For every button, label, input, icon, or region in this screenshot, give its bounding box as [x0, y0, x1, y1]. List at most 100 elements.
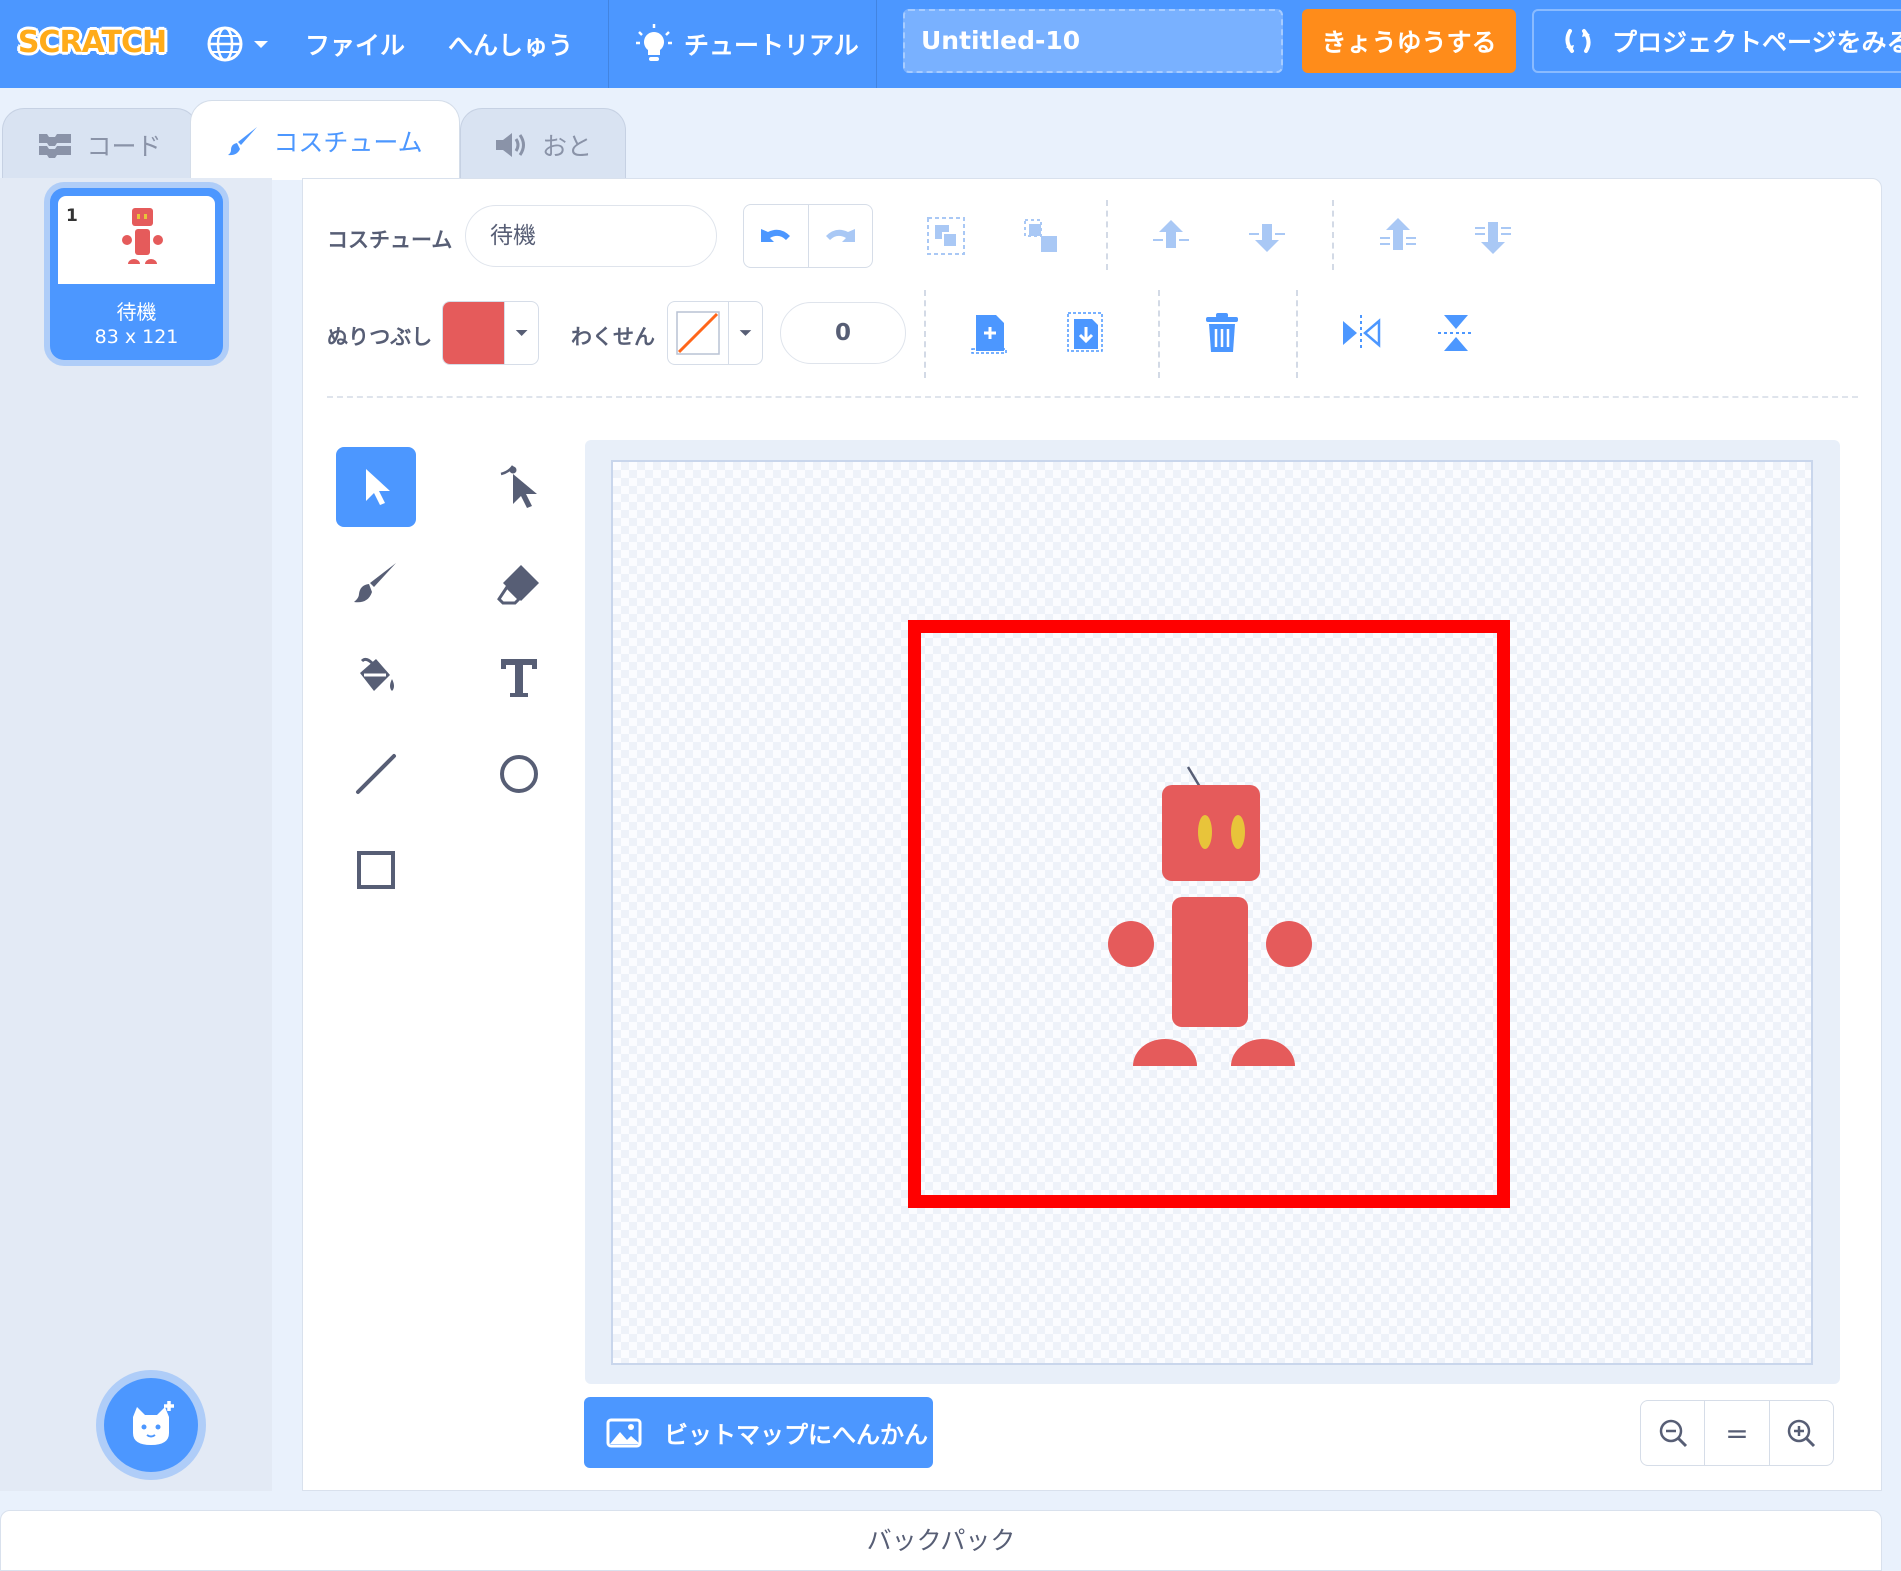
convert-to-bitmap-button[interactable]: ビットマップにへんかん	[584, 1397, 933, 1468]
menu-divider	[876, 0, 877, 88]
group-icon	[927, 217, 965, 255]
costume-number: 1	[66, 206, 78, 226]
remix-arrows-icon	[1565, 29, 1591, 53]
copy-button[interactable]	[962, 305, 1018, 361]
flip-vertical-button[interactable]	[1428, 305, 1484, 361]
rectangle-icon	[357, 851, 395, 889]
chevron-down-icon	[739, 330, 752, 336]
ungroup-icon	[1024, 219, 1057, 252]
reshape-cursor-icon	[500, 465, 537, 508]
arrow-down-icon	[1249, 224, 1285, 252]
forward-button[interactable]	[1143, 208, 1199, 264]
language-menu[interactable]	[205, 0, 271, 88]
select-tool[interactable]	[336, 447, 416, 527]
see-project-label: プロジェクトページをみる	[1612, 28, 1901, 57]
zoom-out-icon	[1659, 1419, 1687, 1448]
eraser-tool[interactable]	[479, 543, 559, 623]
paintbrush-icon	[228, 126, 258, 155]
convert-to-bitmap-label: ビットマップにへんかん	[664, 1421, 928, 1449]
costume-item-name: 待機	[116, 300, 157, 324]
chevron-down-icon	[254, 41, 268, 48]
rectangle-tool[interactable]	[336, 830, 416, 910]
text-t-icon	[501, 659, 537, 697]
back-button[interactable]	[1465, 208, 1521, 264]
speaker-icon	[495, 132, 525, 157]
circle-icon	[500, 755, 538, 793]
outline-label: わくせん	[571, 325, 655, 349]
paste-button[interactable]	[1058, 305, 1114, 361]
outline-color-swatch	[668, 302, 730, 364]
toolbar-divider	[1158, 290, 1160, 378]
line-icon	[356, 754, 396, 794]
reshape-tool[interactable]	[479, 447, 559, 527]
scratch-logo[interactable]: SCRATCH	[18, 12, 167, 72]
backward-button[interactable]	[1239, 208, 1295, 264]
tab-sounds-label: おと	[541, 131, 592, 161]
brush-tool[interactable]	[336, 543, 416, 623]
costume-item[interactable]: 1 待機 83 x 121	[50, 188, 223, 360]
toolbar-divider	[1332, 200, 1334, 270]
costume-thumbnail	[58, 196, 215, 284]
flip-horizontal-button[interactable]	[1333, 305, 1389, 361]
trash-icon	[1206, 313, 1238, 352]
lightbulb-icon	[636, 24, 672, 61]
zoom-out-button[interactable]	[1641, 1401, 1704, 1465]
arrow-cursor-icon	[366, 469, 390, 505]
group-button[interactable]	[918, 208, 974, 264]
menu-bar: SCRATCH ファイル へんしゅう チュートリアル Untitled-10 き…	[0, 0, 1901, 88]
tab-code[interactable]: コード	[2, 108, 198, 180]
see-project-page-button[interactable]: プロジェクトページをみる	[1532, 9, 1901, 73]
project-title-input[interactable]: Untitled-10	[903, 9, 1283, 73]
ungroup-button[interactable]	[1013, 208, 1069, 264]
tutorial-label: チュートリアル	[684, 31, 859, 60]
share-button[interactable]: きょうゆうする	[1302, 9, 1516, 73]
add-costume-button[interactable]	[104, 1378, 198, 1472]
fill-tool[interactable]	[336, 637, 416, 717]
no-color-icon	[676, 311, 720, 355]
backpack-bar[interactable]: バックパック	[0, 1510, 1882, 1571]
tab-sounds[interactable]: おと	[460, 108, 626, 180]
fill-label: ぬりつぶし	[327, 325, 433, 349]
paste-icon	[1067, 312, 1103, 352]
arrow-up-icon	[1153, 220, 1189, 248]
toolbar-divider	[1296, 290, 1298, 378]
front-button[interactable]	[1370, 208, 1426, 264]
tab-costumes[interactable]: コスチューム	[190, 100, 460, 180]
outline-width-input[interactable]: 0	[780, 302, 906, 364]
flip-horizontal-icon	[1343, 315, 1381, 351]
toolbar-divider	[924, 290, 926, 378]
paint-bucket-icon	[360, 657, 394, 691]
fill-color-swatch	[443, 302, 505, 364]
fill-color-picker[interactable]	[442, 301, 539, 365]
redo-button[interactable]	[809, 205, 873, 267]
undo-redo-group	[743, 204, 873, 268]
costume-item-size: 83 x 121	[94, 326, 179, 348]
send-to-back-icon	[1475, 222, 1511, 254]
delete-button[interactable]	[1194, 305, 1250, 361]
file-menu[interactable]: ファイル	[305, 0, 405, 88]
copy-icon	[971, 315, 1007, 354]
line-tool[interactable]	[336, 734, 416, 814]
chevron-down-icon	[515, 330, 528, 336]
tutorial-menu[interactable]: チュートリアル	[636, 0, 859, 88]
logo-text: SCRATCH	[17, 24, 167, 60]
flip-vertical-icon	[1438, 315, 1474, 351]
toolbar-divider	[1106, 200, 1108, 270]
zoom-reset-button[interactable]: =	[1704, 1401, 1768, 1465]
undo-button[interactable]	[744, 205, 809, 267]
zoom-in-button[interactable]	[1768, 1401, 1833, 1465]
bring-to-front-icon	[1380, 218, 1416, 250]
paintbrush-icon	[354, 563, 396, 603]
edit-menu[interactable]: へんしゅう	[448, 0, 573, 88]
undo-icon	[760, 229, 790, 242]
costume-name-label: コスチューム	[327, 228, 453, 252]
outline-color-picker[interactable]	[667, 301, 763, 365]
costume-list	[0, 178, 272, 1491]
circle-tool[interactable]	[479, 734, 559, 814]
costume-name-input[interactable]: 待機	[465, 205, 717, 267]
zoom-controls: =	[1640, 1400, 1834, 1466]
code-blocks-icon	[39, 133, 72, 158]
robot-thumbnail-image	[122, 208, 163, 264]
text-tool[interactable]	[479, 637, 559, 717]
image-icon	[606, 1418, 642, 1447]
